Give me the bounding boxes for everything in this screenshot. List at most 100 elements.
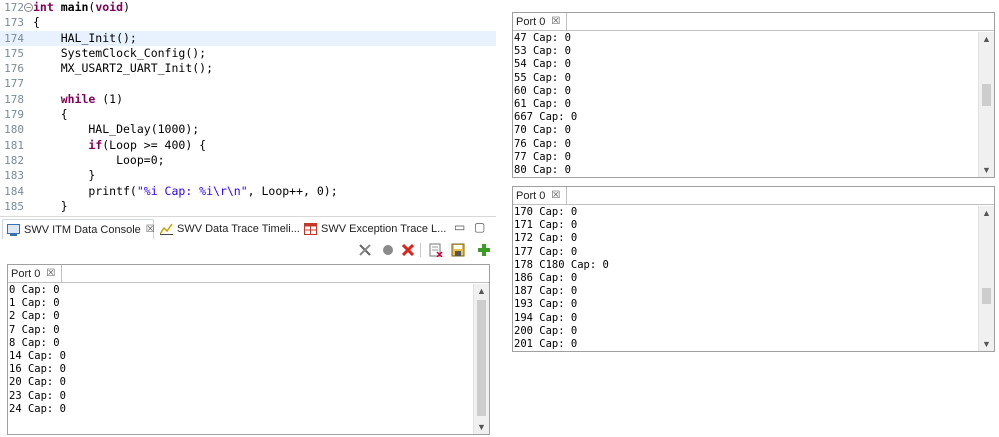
code-keyword: if [88,137,103,152]
tab-swv-itm-data-console[interactable]: SWV ITM Data Console ☒ [2,219,155,239]
console-output[interactable]: 47 Cap: 0 53 Cap: 0 54 Cap: 0 55 Cap: 0 60 C… [514,32,974,175]
code-token: HAL_Delay(1000); [33,122,200,137]
tab-swv-data-trace-timeline[interactable]: SWV Data Trace Timeli... [156,219,300,238]
code-text: } [33,199,68,212]
tab-port-0[interactable]: Port 0 ☒ [513,187,568,205]
tab-swv-exception-trace-log[interactable]: SWV Exception Trace L... [300,219,446,238]
tab-port-0[interactable]: Port 0 ☒ [8,265,63,283]
vertical-scrollbar[interactable]: ▲ ▼ [978,206,994,351]
code-line[interactable]: 176 MX_USART2_UART_Init(); [0,61,496,76]
console-output[interactable]: 170 Cap: 0 171 Cap: 0 172 Cap: 0 177 Cap: 0… [514,206,974,349]
maximize-icon[interactable]: ▢ [474,220,485,234]
console-line: 177 Cap: 0 [514,245,578,258]
vertical-scrollbar[interactable]: ▲ ▼ [978,32,994,177]
code-editor[interactable]: 172− int main(void) 173{174 HAL_Init(); 175… [0,0,496,212]
scroll-up-icon[interactable]: ▲ [979,32,994,46]
code-token: HAL_Init(); [33,30,137,45]
line-number: 178 [4,92,24,106]
tab-label: SWV Data Trace Timeli... [177,222,300,235]
console-line: 54 Cap: 0 [514,58,571,71]
code-line[interactable]: 174 HAL_Init(); [0,30,496,46]
console-line: 193 Cap: 0 [514,298,578,311]
console-output[interactable]: 0 Cap: 01 Cap: 02 Cap: 07 Cap: 08 Cap: 0… [9,284,469,432]
code-text: SystemClock_Config(); [33,46,206,61]
line-number: 177 [4,77,24,91]
code-text: { [33,107,68,122]
code-line[interactable]: 175 SystemClock_Config(); [0,46,496,61]
add-icon[interactable] [476,242,492,258]
minimize-icon[interactable]: ▭ [454,220,465,234]
vertical-scrollbar[interactable]: ▲ ▼ [473,284,489,434]
console-line: 23 Cap: 0 [9,389,66,402]
line-number: 173 [4,16,24,30]
console-port0-bottom: Port 0 ☒ 170 Cap: 0 171 Cap: 0 172 Cap: 01… [512,186,995,352]
code-text: MX_USART2_UART_Init(); [33,61,213,76]
console-line: 0 Cap: 0 [9,284,60,296]
code-line[interactable]: 178 while (1) [0,92,496,107]
code-token: , Loop++, 0); [247,183,338,198]
scrollbar-thumb[interactable] [477,300,486,416]
code-token: { [33,15,40,30]
tab-port-0[interactable]: Port 0 ☒ [513,13,568,31]
console-line: 53 Cap: 0 [514,45,571,58]
code-line[interactable]: 180 HAL_Delay(1000); [0,122,496,137]
toolbar-separator [420,243,421,257]
console-line: 77 Cap: 0 [514,150,571,163]
clear-icon[interactable] [428,242,444,258]
code-token: ) [123,0,130,14]
code-line[interactable]: 183 } [0,168,496,183]
console-line: 186 Cap: 0 [514,271,578,284]
code-line[interactable]: 184 printf("%i Cap: %i\r\n", Loop++, 0); [0,184,496,199]
console-line: 24 Cap: 0 [9,402,66,415]
line-number: 172 [4,1,24,14]
close-icon[interactable]: ☒ [46,268,55,279]
code-text: while (1) [33,92,123,107]
code-token: printf( [33,183,137,198]
code-line[interactable]: 185 } [0,199,496,212]
scrollbar-thumb[interactable] [982,288,991,304]
settings-icon[interactable] [357,242,373,258]
code-line[interactable]: 181 if(Loop >= 400) { [0,138,496,153]
console-icon [7,223,20,236]
close-icon[interactable]: ☒ [146,224,155,235]
scroll-up-icon[interactable]: ▲ [979,206,994,220]
line-number: 176 [4,62,24,76]
record-icon[interactable] [380,242,396,258]
code-text: HAL_Delay(1000); [33,122,199,137]
stop-icon[interactable] [400,242,416,258]
tab-label: SWV Exception Trace L... [321,222,447,235]
tab-label: SWV ITM Data Console [24,223,141,236]
console-line: 667 Cap: 0 [514,111,578,124]
code-text: printf("%i Cap: %i\r\n", Loop++, 0); [33,183,338,199]
tab-label: Port 0 [516,189,546,202]
console-line: 172 Cap: 0 [514,232,578,245]
divider [513,30,994,31]
fold-toggle-icon[interactable]: − [24,3,33,12]
save-icon[interactable] [450,242,466,258]
code-token: main [60,0,89,14]
code-line[interactable]: 173 { [0,15,496,30]
code-line[interactable]: 177 [0,76,496,91]
code-text: int main(void) [33,0,130,15]
timeline-graph-icon [159,223,173,235]
code-line[interactable]: 182 Loop=0; [0,153,496,168]
scrollbar-thumb[interactable] [982,84,991,106]
code-string: "%i Cap: %i\r\n" [136,183,248,198]
scroll-down-icon[interactable]: ▼ [979,163,994,177]
line-number: 183 [4,169,24,183]
scroll-down-icon[interactable]: ▼ [979,337,994,351]
table-icon [304,222,317,235]
code-token: SystemClock_Config(); [33,45,207,60]
console-line: 60 Cap: 0 [514,84,571,97]
code-line[interactable]: 172− int main(void) [0,0,496,15]
close-icon[interactable]: ☒ [551,16,560,27]
code-line[interactable]: 179 { [0,107,496,122]
scroll-up-icon[interactable]: ▲ [474,284,489,298]
close-icon[interactable]: ☒ [551,190,560,201]
view-tab-bar: SWV ITM Data Console ☒ SWV Data Trace Ti… [0,216,496,239]
scroll-down-icon[interactable]: ▼ [474,420,489,434]
console-line: 70 Cap: 0 [514,124,571,137]
line-number: 181 [4,138,24,152]
